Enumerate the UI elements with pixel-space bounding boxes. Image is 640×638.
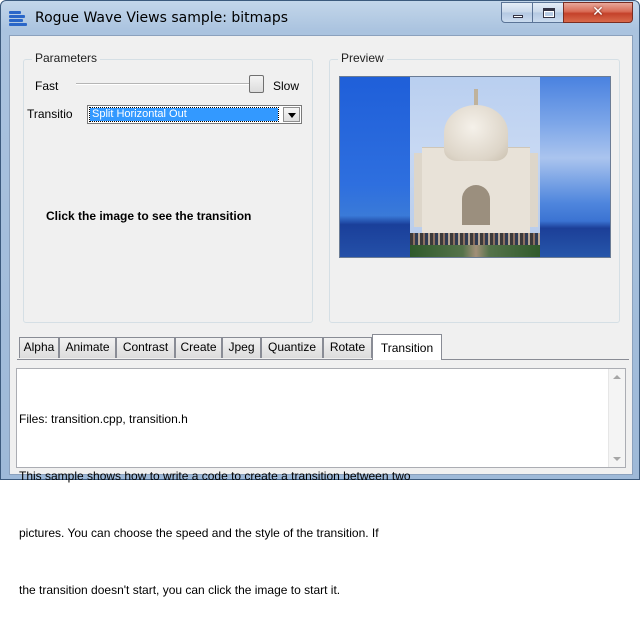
maximize-icon <box>543 8 555 18</box>
description-line: This sample shows how to write a code to… <box>19 469 411 483</box>
speed-slider-track[interactable] <box>76 83 256 85</box>
minimize-button[interactable] <box>501 2 533 23</box>
tab-create[interactable]: Create <box>175 337 222 358</box>
description-line: the transition doesn't start, you can cl… <box>19 583 341 597</box>
hint-text: Click the image to see the transition <box>46 209 252 223</box>
preview-legend: Preview <box>338 51 387 65</box>
chevron-down-icon[interactable] <box>283 107 300 122</box>
parameters-legend: Parameters <box>32 51 101 65</box>
preview-right-strip <box>540 77 610 257</box>
client-area: Parameters Fast Slow Transitio Split Hor… <box>9 35 633 597</box>
scroll-down-icon[interactable] <box>613 457 621 461</box>
description-line: Files: transition.cpp, transition.h <box>19 412 188 426</box>
taj-mahal-image <box>410 77 542 257</box>
description-text: Files: transition.cpp, transition.h This… <box>19 372 599 638</box>
close-icon: ✕ <box>592 4 604 20</box>
window-title: Rogue Wave Views sample: bitmaps <box>35 10 289 26</box>
speed-slow-label: Slow <box>273 79 300 93</box>
speed-slider-thumb[interactable] <box>249 75 264 93</box>
tab-strip: Alpha Animate Contrast Create Jpeg Quant… <box>17 334 631 360</box>
title-bar[interactable]: Rogue Wave Views sample: bitmaps ✕ <box>1 1 639 35</box>
transition-select-value: Split Horizontal Out <box>89 107 279 122</box>
description-line: pictures. You can choose the speed and t… <box>19 526 379 540</box>
main-window: Rogue Wave Views sample: bitmaps ✕ Param… <box>0 0 640 597</box>
vertical-scrollbar[interactable] <box>608 369 625 467</box>
app-icon[interactable] <box>9 10 27 26</box>
speed-fast-label: Fast <box>35 79 59 93</box>
parameters-group: Parameters <box>23 51 313 323</box>
preview-image[interactable] <box>339 76 611 258</box>
transition-label: Transitio <box>27 107 73 121</box>
description-textarea[interactable]: Files: transition.cpp, transition.h This… <box>16 368 626 597</box>
close-button[interactable]: ✕ <box>563 2 633 23</box>
tab-transition[interactable]: Transition <box>372 334 442 360</box>
tab-rotate[interactable]: Rotate <box>323 337 372 358</box>
tab-contrast[interactable]: Contrast <box>116 337 175 358</box>
maximize-button[interactable] <box>532 2 564 23</box>
minimize-icon <box>513 15 523 18</box>
scroll-up-icon[interactable] <box>613 375 621 379</box>
tab-alpha[interactable]: Alpha <box>19 337 59 358</box>
top-panel: Parameters Fast Slow Transitio Split Hor… <box>10 36 632 334</box>
tab-jpeg[interactable]: Jpeg <box>222 337 261 358</box>
tab-animate[interactable]: Animate <box>59 337 116 358</box>
tab-quantize[interactable]: Quantize <box>261 337 323 358</box>
preview-left-strip <box>340 77 410 257</box>
transition-select[interactable]: Split Horizontal Out <box>87 105 302 124</box>
